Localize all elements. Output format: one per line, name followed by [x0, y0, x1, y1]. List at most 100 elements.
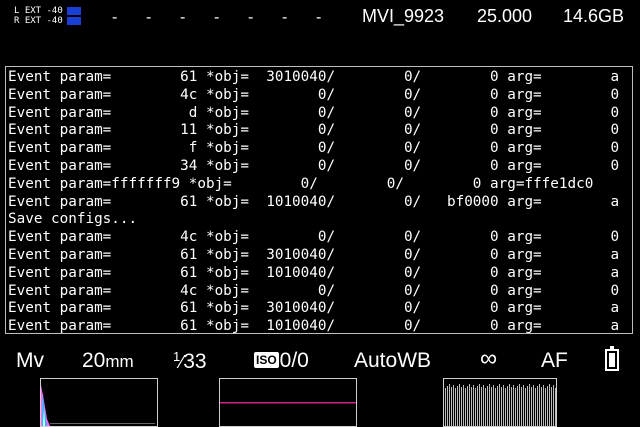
focal-length-unit: mm — [105, 352, 134, 371]
level-bar — [541, 387, 542, 426]
level-bar — [545, 388, 546, 426]
level-bar — [547, 386, 548, 426]
level-bar — [497, 386, 498, 426]
iso[interactable]: ISO 0/0 — [254, 349, 309, 373]
level-bar — [533, 385, 534, 426]
console-line: Event param=fffffff9 *obj= 0/ 0/ 0 arg=f… — [8, 175, 594, 192]
console-line: Event param= d *obj= 0/ 0/ 0 arg= 0 — [8, 104, 620, 121]
focal-length: 20mm — [82, 349, 134, 373]
level-bar — [513, 385, 514, 426]
shutter-denominator: 33 — [183, 350, 207, 373]
level-bar — [499, 384, 500, 426]
level-bar — [519, 384, 520, 426]
level-bar — [535, 388, 536, 426]
level-bar — [467, 386, 468, 426]
level-bar — [549, 384, 550, 426]
rgb-histogram — [40, 378, 158, 427]
level-bar — [469, 384, 470, 426]
level-bar — [481, 387, 482, 426]
level-bar — [493, 385, 494, 426]
level-bar — [463, 385, 464, 426]
shutter-speed[interactable]: 1⁄33 — [173, 349, 207, 374]
audio-left-row: L EXT -40 — [14, 6, 81, 16]
level-bar — [509, 384, 510, 426]
waveform-trace — [220, 402, 356, 404]
level-bar — [527, 386, 528, 426]
level-bar — [453, 385, 454, 426]
console-line: Event param= 61 *obj= 1010040/ 0/ 0 arg=… — [8, 318, 620, 334]
audio-right-label: R EXT -40 — [14, 16, 63, 26]
console-line: Event param= 61 *obj= 3010040/ 0/ 0 arg=… — [8, 246, 620, 263]
clip-name: MVI_9923 — [362, 6, 445, 26]
console-line: Event param= 61 *obj= 1010040/ 0/ 0 arg=… — [8, 264, 620, 281]
level-bar — [477, 386, 478, 426]
level-bar — [525, 388, 526, 426]
status-dash: - — [316, 9, 322, 26]
console-line: Event param= 61 *obj= 3010040/ 0/ 0 arg=… — [8, 300, 620, 317]
level-bar — [515, 388, 516, 426]
level-bar — [537, 386, 538, 426]
console-line: Event param= 4c *obj= 0/ 0/ 0 arg= 0 — [8, 282, 620, 299]
level-bar — [475, 388, 476, 426]
level-bar — [503, 385, 504, 426]
level-bar — [465, 388, 466, 426]
level-bar — [485, 388, 486, 426]
console-text: Event param= 61 *obj= 3010040/ 0/ 0 arg=… — [6, 67, 632, 334]
level-bar — [553, 385, 554, 426]
level-bar — [517, 386, 518, 426]
level-bar — [489, 384, 490, 426]
level-bar — [505, 388, 506, 426]
level-bar — [445, 388, 446, 426]
console-line: Event param= 4c *obj= 0/ 0/ 0 arg= 0 — [8, 229, 620, 246]
console-line: Save configs... — [8, 211, 138, 228]
level-bar — [455, 388, 456, 426]
level-bar — [555, 388, 556, 426]
level-bar — [451, 387, 452, 426]
waveform-monitor — [219, 378, 357, 427]
focal-length-value: 20 — [82, 349, 106, 372]
audio-left-meter — [66, 7, 81, 15]
battery-full-icon — [605, 346, 619, 371]
level-bar — [539, 384, 540, 426]
level-bars-plot — [445, 384, 556, 426]
level-bar — [531, 387, 532, 426]
audio-right-meter — [66, 17, 81, 25]
level-bar — [507, 386, 508, 426]
white-balance[interactable]: AutoWB — [354, 349, 431, 373]
level-bar — [449, 384, 450, 426]
card-space: 14.6GB — [563, 6, 625, 26]
console-line: Event param= 61 *obj= 3010040/ 0/ 0 arg=… — [8, 69, 620, 85]
console-line: Event param= f *obj= 0/ 0/ 0 arg= 0 — [8, 140, 620, 157]
iso-badge: ISO — [254, 352, 279, 368]
level-bar — [459, 384, 460, 426]
focus-mode[interactable]: AF — [541, 349, 568, 373]
debug-console[interactable]: Event param= 61 *obj= 3010040/ 0/ 0 arg=… — [5, 66, 633, 334]
status-dash: - — [282, 9, 288, 26]
waveform-plot — [220, 402, 356, 404]
status-dash: - — [112, 9, 118, 26]
level-bar — [495, 388, 496, 426]
level-bar — [483, 385, 484, 426]
status-placeholders: ------- — [112, 9, 350, 27]
shooting-mode[interactable]: Mv — [16, 349, 44, 373]
level-bar — [521, 387, 522, 426]
shooting-info-bar: Mv 20mm 1⁄33 ISO 0/0 AutoWB ∞ AF — [0, 344, 640, 380]
audio-right-row: R EXT -40 — [14, 16, 81, 26]
focus-distance: ∞ — [480, 345, 498, 372]
level-bar — [473, 385, 474, 426]
vectorscope-bars — [443, 378, 557, 427]
status-dash: - — [214, 9, 220, 26]
histogram-floor — [50, 423, 155, 424]
level-bar — [543, 385, 544, 426]
status-dash: - — [180, 9, 186, 26]
level-bar — [447, 386, 448, 426]
level-bar — [523, 385, 524, 426]
status-dash: - — [146, 9, 152, 26]
console-line: Event param= 4c *obj= 0/ 0/ 0 arg= 0 — [8, 86, 620, 103]
console-line: Event param= 61 *obj= 1010040/ 0/ bf0000… — [8, 193, 620, 210]
level-bar — [479, 384, 480, 426]
level-bar — [511, 387, 512, 426]
rgb-histogram-plot — [41, 385, 155, 426]
frame-rate: 25.000 — [477, 6, 533, 26]
level-bar — [491, 387, 492, 426]
